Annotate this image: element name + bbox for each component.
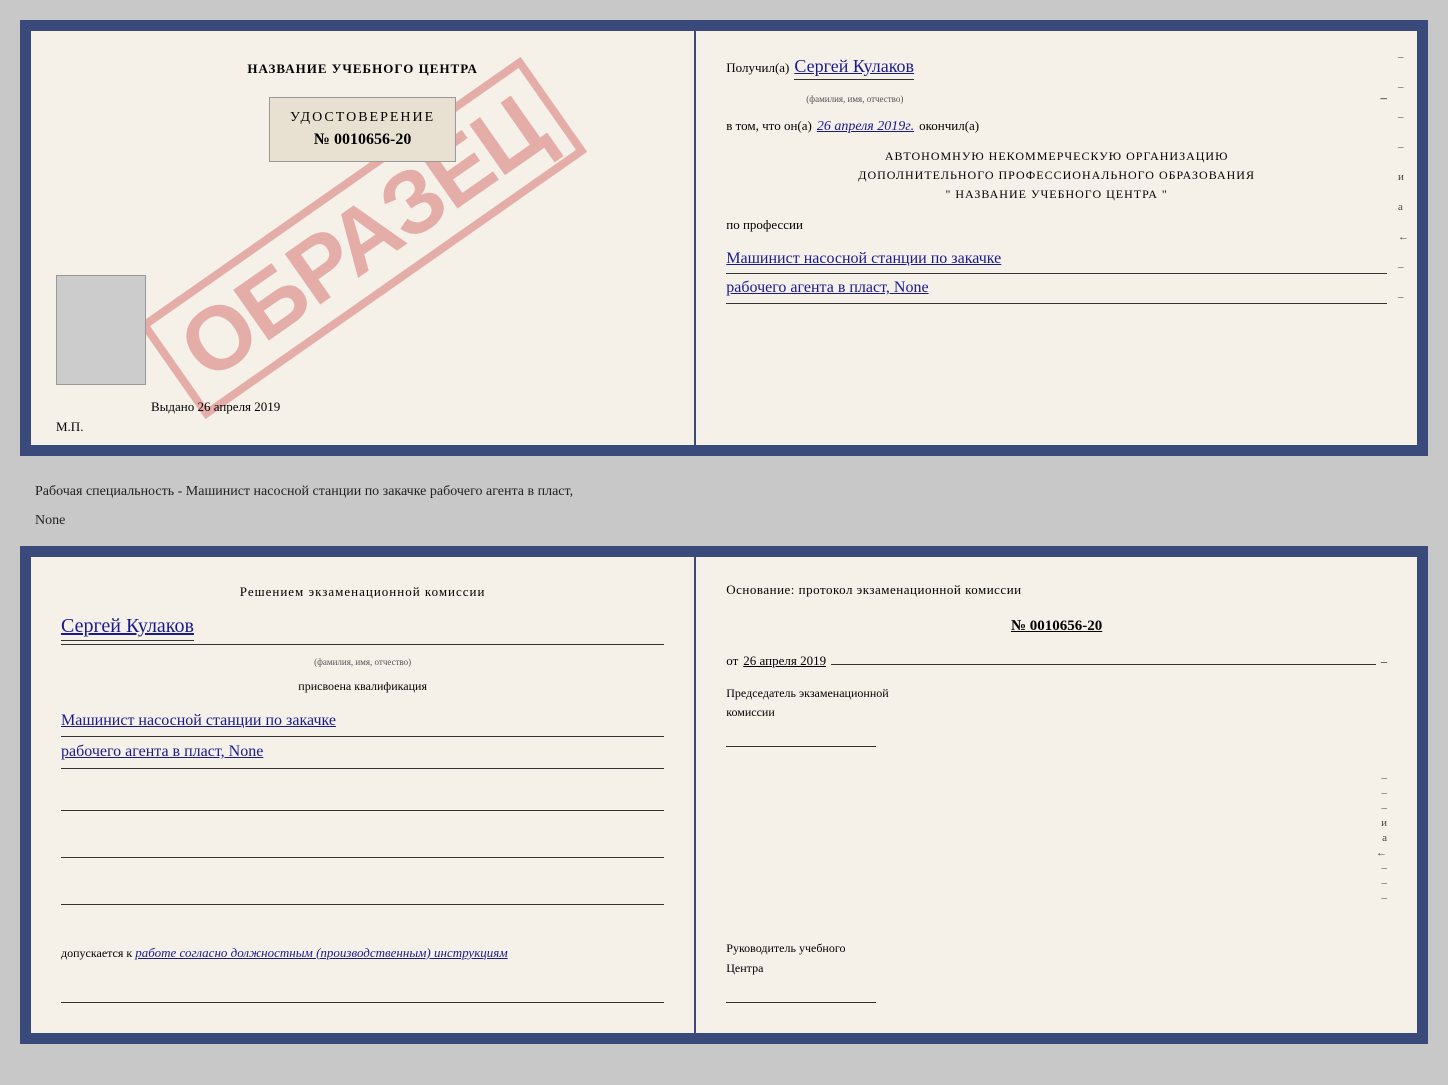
rdash5: а	[726, 832, 1387, 844]
page-container: НАЗВАНИЕ УЧЕБНОГО ЦЕНТРА ОБРАЗЕЦ УДОСТОВ…	[20, 20, 1428, 1044]
cert-right-panel: Получил(а) Сергей Кулаков (фамилия, имя,…	[696, 31, 1417, 445]
dash4: –	[1398, 141, 1409, 153]
fio-label-top: (фамилия, имя, отчество)	[806, 94, 903, 104]
bottom-doc-wrapper: Решением экзаменационной комиссии Сергей…	[20, 546, 1428, 1044]
dash3: –	[1398, 111, 1409, 123]
blank-line1	[61, 786, 664, 811]
dash8: –	[1398, 261, 1409, 273]
ot-line: от 26 апреля 2019 –	[726, 650, 1387, 669]
date-handwritten: 26 апреля 2019г.	[817, 119, 914, 135]
dash2: –	[1398, 81, 1409, 93]
okonchil-label: окончил(а)	[919, 118, 979, 134]
dopuskaetsya-text: работе согласно должностным (производств…	[135, 945, 507, 960]
org-line2: ДОПОЛНИТЕЛЬНОГО ПРОФЕССИОНАЛЬНОГО ОБРАЗО…	[726, 166, 1387, 185]
prisvoyena-label: присвоена квалификация	[61, 679, 664, 694]
top-certificate-wrapper: НАЗВАНИЕ УЧЕБНОГО ЦЕНТРА ОБРАЗЕЦ УДОСТОВ…	[20, 20, 1428, 456]
separator-text-line1: Рабочая специальность - Машинист насосно…	[30, 473, 1418, 510]
dash6: а	[1398, 201, 1409, 213]
bottom-right-panel: Основание: протокол экзаменационной коми…	[696, 557, 1417, 1033]
certificate-document: НАЗВАНИЕ УЧЕБНОГО ЦЕНТРА ОБРАЗЕЦ УДОСТОВ…	[28, 28, 1420, 448]
org-line1: АВТОНОМНУЮ НЕКОММЕРЧЕСКУЮ ОРГАНИЗАЦИЮ	[726, 147, 1387, 166]
poluchil-label: Получил(а)	[726, 60, 789, 76]
org-block: АВТОНОМНУЮ НЕКОММЕРЧЕСКУЮ ОРГАНИЗАЦИЮ ДО…	[726, 147, 1387, 205]
dopuskaetsya-block: допускается к работе согласно должностны…	[61, 945, 664, 961]
profession-block: Машинист насосной станции по закачке раб…	[726, 245, 1387, 305]
org-line3: " НАЗВАНИЕ УЧЕБНОГО ЦЕНТРА "	[726, 185, 1387, 204]
blank-line2	[61, 833, 664, 858]
rdash1: –	[726, 772, 1387, 784]
right-dashes: – – – – и а ← – –	[1398, 51, 1409, 303]
bottom-left-panel: Решением экзаменационной комиссии Сергей…	[31, 557, 696, 1033]
vydano-line: Выдано 26 апреля 2019	[151, 399, 280, 415]
predsedatel-label: Председатель экзаменационной	[726, 684, 1387, 703]
bottom-profession-block: Машинист насосной станции по закачке раб…	[61, 706, 664, 769]
dash-after-name: –	[1380, 90, 1387, 106]
predsedatel-block: Председатель экзаменационной комиссии	[726, 684, 1387, 752]
cert-school-title: НАЗВАНИЕ УЧЕБНОГО ЦЕНТРА	[247, 61, 478, 77]
udostoverenie-block: УДОСТОВЕРЕНИЕ № 0010656-20	[269, 97, 456, 162]
rdash8: –	[726, 877, 1387, 889]
dash5: и	[1398, 171, 1409, 183]
dopuskaetsya-label: допускается к	[61, 946, 132, 960]
centr-label: Центра	[726, 959, 1387, 978]
dash7: ←	[1398, 231, 1409, 243]
rdash6: ←	[726, 847, 1387, 859]
blank-line4	[61, 978, 664, 1003]
udostoverenie-title: УДОСТОВЕРЕНИЕ	[290, 110, 435, 126]
mp-stamp: М.П.	[56, 419, 83, 435]
rukovoditel-block: Руководитель учебного Центра	[726, 939, 1387, 1007]
bottom-prof-line2: рабочего агента в пласт, None	[61, 737, 664, 768]
komissia-label: комиссии	[726, 703, 1387, 722]
blank-line3	[61, 880, 664, 905]
profession-line2: рабочего агента в пласт, None	[726, 274, 1387, 304]
udostoverenie-number: № 0010656-20	[290, 131, 435, 149]
rdash3: –	[726, 802, 1387, 814]
resheniem-block: Решением экзаменационной комиссии	[61, 582, 664, 603]
dash9: –	[1398, 291, 1409, 303]
resheniem-label: Решением экзаменационной комиссии	[240, 584, 486, 599]
profession-line1: Машинист насосной станции по закачке	[726, 245, 1387, 275]
ot-dash: –	[1381, 654, 1387, 669]
rdash7: –	[726, 862, 1387, 874]
bottom-fio-label: (фамилия, имя, отчество)	[61, 657, 664, 667]
bottom-name-line: Сергей Кулаков	[61, 615, 664, 645]
cert-left-panel: НАЗВАНИЕ УЧЕБНОГО ЦЕНТРА ОБРАЗЕЦ УДОСТОВ…	[31, 31, 696, 445]
osnovanie-line: Основание: протокол экзаменационной коми…	[726, 582, 1387, 598]
ot-label: от	[726, 653, 738, 669]
rukovoditel-sign-line	[726, 983, 876, 1003]
right-bottom-dashes: – – – и а ← – – –	[726, 772, 1387, 904]
protocol-number: № 0010656-20	[726, 618, 1387, 635]
predsedatel-sign-line	[726, 727, 876, 747]
po-professii-label: по профессии	[726, 217, 1387, 233]
rdash9: –	[726, 892, 1387, 904]
poluchil-line: Получил(а) Сергей Кулаков (фамилия, имя,…	[726, 56, 1387, 106]
bottom-recipient-name: Сергей Кулаков	[61, 615, 194, 641]
bottom-document: Решением экзаменационной комиссии Сергей…	[28, 554, 1420, 1036]
dash1: –	[1398, 51, 1409, 63]
rdash4: и	[726, 817, 1387, 829]
rdash2: –	[726, 787, 1387, 799]
vtom-line: в том, что он(а) 26 апреля 2019г. окончи…	[726, 118, 1387, 135]
photo-placeholder	[56, 275, 146, 385]
separator-block: Рабочая специальность - Машинист насосно…	[20, 468, 1428, 536]
recipient-name: Сергей Кулаков	[794, 56, 914, 80]
ot-date: 26 апреля 2019	[743, 653, 826, 669]
vtom-label: в том, что он(а)	[726, 118, 812, 134]
rukovoditel-label: Руководитель учебного	[726, 939, 1387, 958]
bottom-prof-line1: Машинист насосной станции по закачке	[61, 706, 664, 737]
separator-text-line2: None	[30, 510, 1418, 531]
